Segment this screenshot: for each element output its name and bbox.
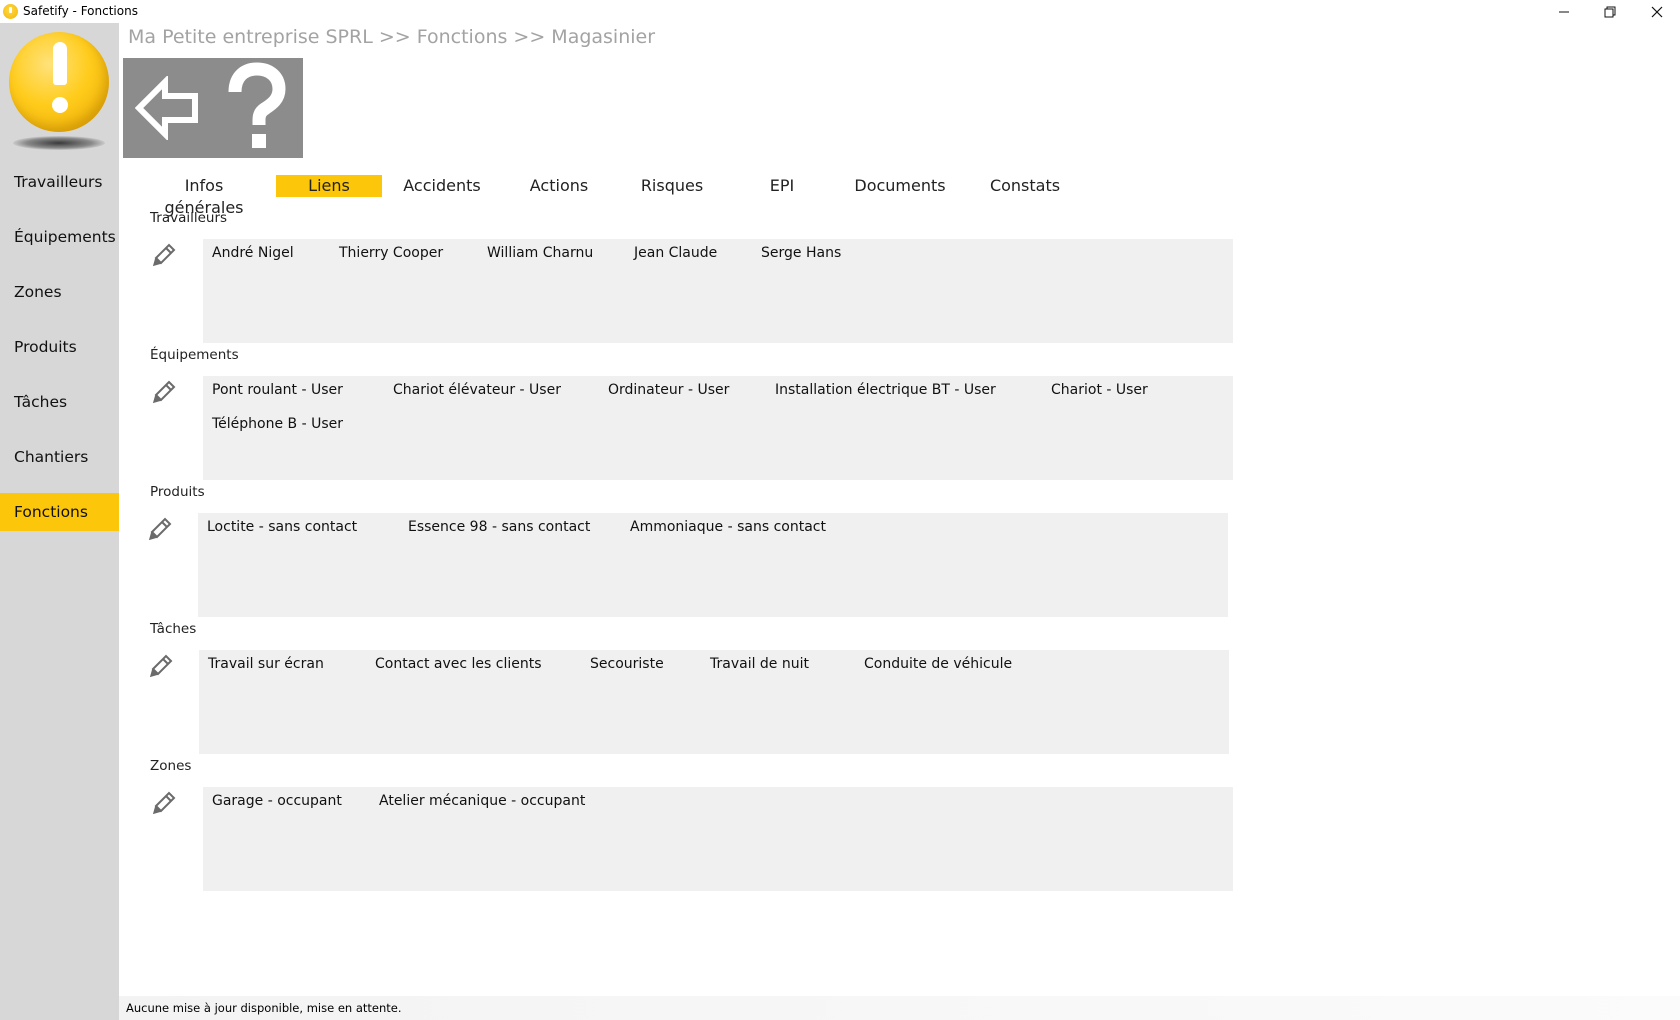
list-item[interactable]: Téléphone B - User [212, 416, 343, 432]
help-button[interactable] [221, 62, 291, 154]
section-title-zones: Zones [150, 758, 192, 774]
list-item[interactable]: Garage - occupant [212, 793, 342, 809]
sidebar-item-zones[interactable]: Zones [0, 273, 119, 311]
title-bar: Safetify - Fonctions [0, 0, 1680, 23]
status-text: Aucune mise à jour disponible, mise en a… [126, 1001, 402, 1015]
minimize-icon [1559, 11, 1569, 12]
pencil-icon [148, 517, 172, 541]
pencil-icon [152, 243, 176, 267]
taches-list: Travail sur écran Contact avec les clien… [199, 650, 1229, 754]
zones-list: Garage - occupant Atelier mécanique - oc… [203, 787, 1233, 891]
edit-produits-button[interactable] [148, 515, 174, 541]
close-icon [1651, 6, 1663, 17]
sidebar-item-fonctions[interactable]: Fonctions [0, 493, 119, 531]
list-item[interactable]: Secouriste [590, 656, 664, 672]
list-item[interactable]: Loctite - sans contact [207, 519, 357, 535]
list-item[interactable]: Pont roulant - User [212, 382, 343, 398]
section-title-equipements: Équipements [150, 347, 239, 363]
list-item[interactable]: Ammoniaque - sans contact [630, 519, 826, 535]
tab-epi[interactable]: EPI [755, 175, 809, 197]
sidebar-item-chantiers[interactable]: Chantiers [0, 438, 119, 476]
restore-icon [1604, 6, 1616, 17]
sidebar: Travailleurs Équipements Zones Produits … [0, 23, 119, 1020]
list-item[interactable]: Ordinateur - User [608, 382, 729, 398]
list-item[interactable]: Atelier mécanique - occupant [379, 793, 585, 809]
sidebar-item-travailleurs[interactable]: Travailleurs [0, 163, 119, 201]
restore-button[interactable] [1587, 0, 1633, 23]
list-item[interactable]: Chariot - User [1051, 382, 1148, 398]
tab-infos-generales[interactable]: Infos générales [143, 175, 265, 217]
warning-logo-icon [9, 32, 109, 132]
tab-documents[interactable]: Documents [850, 175, 950, 197]
list-item[interactable]: Travail de nuit [710, 656, 809, 672]
tab-liens[interactable]: Liens [276, 175, 382, 197]
close-button[interactable] [1634, 0, 1680, 23]
section-title-travailleurs: Travailleurs [150, 210, 228, 226]
section-title-produits: Produits [150, 484, 205, 500]
window-title: Safetify - Fonctions [23, 4, 138, 18]
section-title-taches: Tâches [150, 621, 197, 637]
pencil-icon [152, 380, 176, 404]
travailleurs-list: André Nigel Thierry Cooper William Charn… [203, 239, 1233, 343]
edit-equipements-button[interactable] [152, 378, 178, 404]
list-item[interactable]: Jean Claude [634, 245, 717, 261]
back-button[interactable] [134, 74, 201, 142]
edit-taches-button[interactable] [149, 652, 175, 678]
list-item[interactable]: Chariot élévateur - User [393, 382, 561, 398]
app-logo [7, 32, 111, 152]
breadcrumb: Ma Petite entreprise SPRL >> Fonctions >… [128, 26, 656, 48]
status-bar: Aucune mise à jour disponible, mise en a… [119, 996, 1680, 1020]
toolbar [123, 58, 303, 158]
sidebar-item-taches[interactable]: Tâches [0, 383, 119, 421]
equipements-list: Pont roulant - User Chariot élévateur - … [203, 376, 1233, 480]
list-item[interactable]: William Charnu [487, 245, 593, 261]
list-item[interactable]: Serge Hans [761, 245, 841, 261]
list-item[interactable]: Contact avec les clients [375, 656, 542, 672]
pencil-icon [152, 791, 176, 815]
sidebar-item-produits[interactable]: Produits [0, 328, 119, 366]
pencil-icon [149, 654, 173, 678]
tab-accidents[interactable]: Accidents [396, 175, 488, 197]
logo-shadow [13, 136, 105, 150]
list-item[interactable]: Essence 98 - sans contact [408, 519, 590, 535]
minimize-button[interactable] [1541, 0, 1587, 23]
list-item[interactable]: Conduite de véhicule [864, 656, 1012, 672]
question-mark-icon [228, 62, 286, 148]
list-item[interactable]: André Nigel [212, 245, 294, 261]
produits-list: Loctite - sans contact Essence 98 - sans… [198, 513, 1228, 617]
edit-zones-button[interactable] [152, 789, 178, 815]
app-window: Safetify - Fonctions Travailleurs Équipe… [0, 0, 1680, 1020]
tab-risques[interactable]: Risques [630, 175, 714, 197]
arrow-left-icon [134, 74, 198, 142]
tab-constats[interactable]: Constats [985, 175, 1065, 197]
list-item[interactable]: Travail sur écran [208, 656, 324, 672]
list-item[interactable]: Thierry Cooper [339, 245, 443, 261]
sidebar-item-equipements[interactable]: Équipements [0, 218, 119, 256]
list-item[interactable]: Installation électrique BT - User [775, 382, 996, 398]
app-logo-icon [3, 4, 18, 19]
edit-travailleurs-button[interactable] [152, 241, 178, 267]
tab-actions[interactable]: Actions [520, 175, 598, 197]
